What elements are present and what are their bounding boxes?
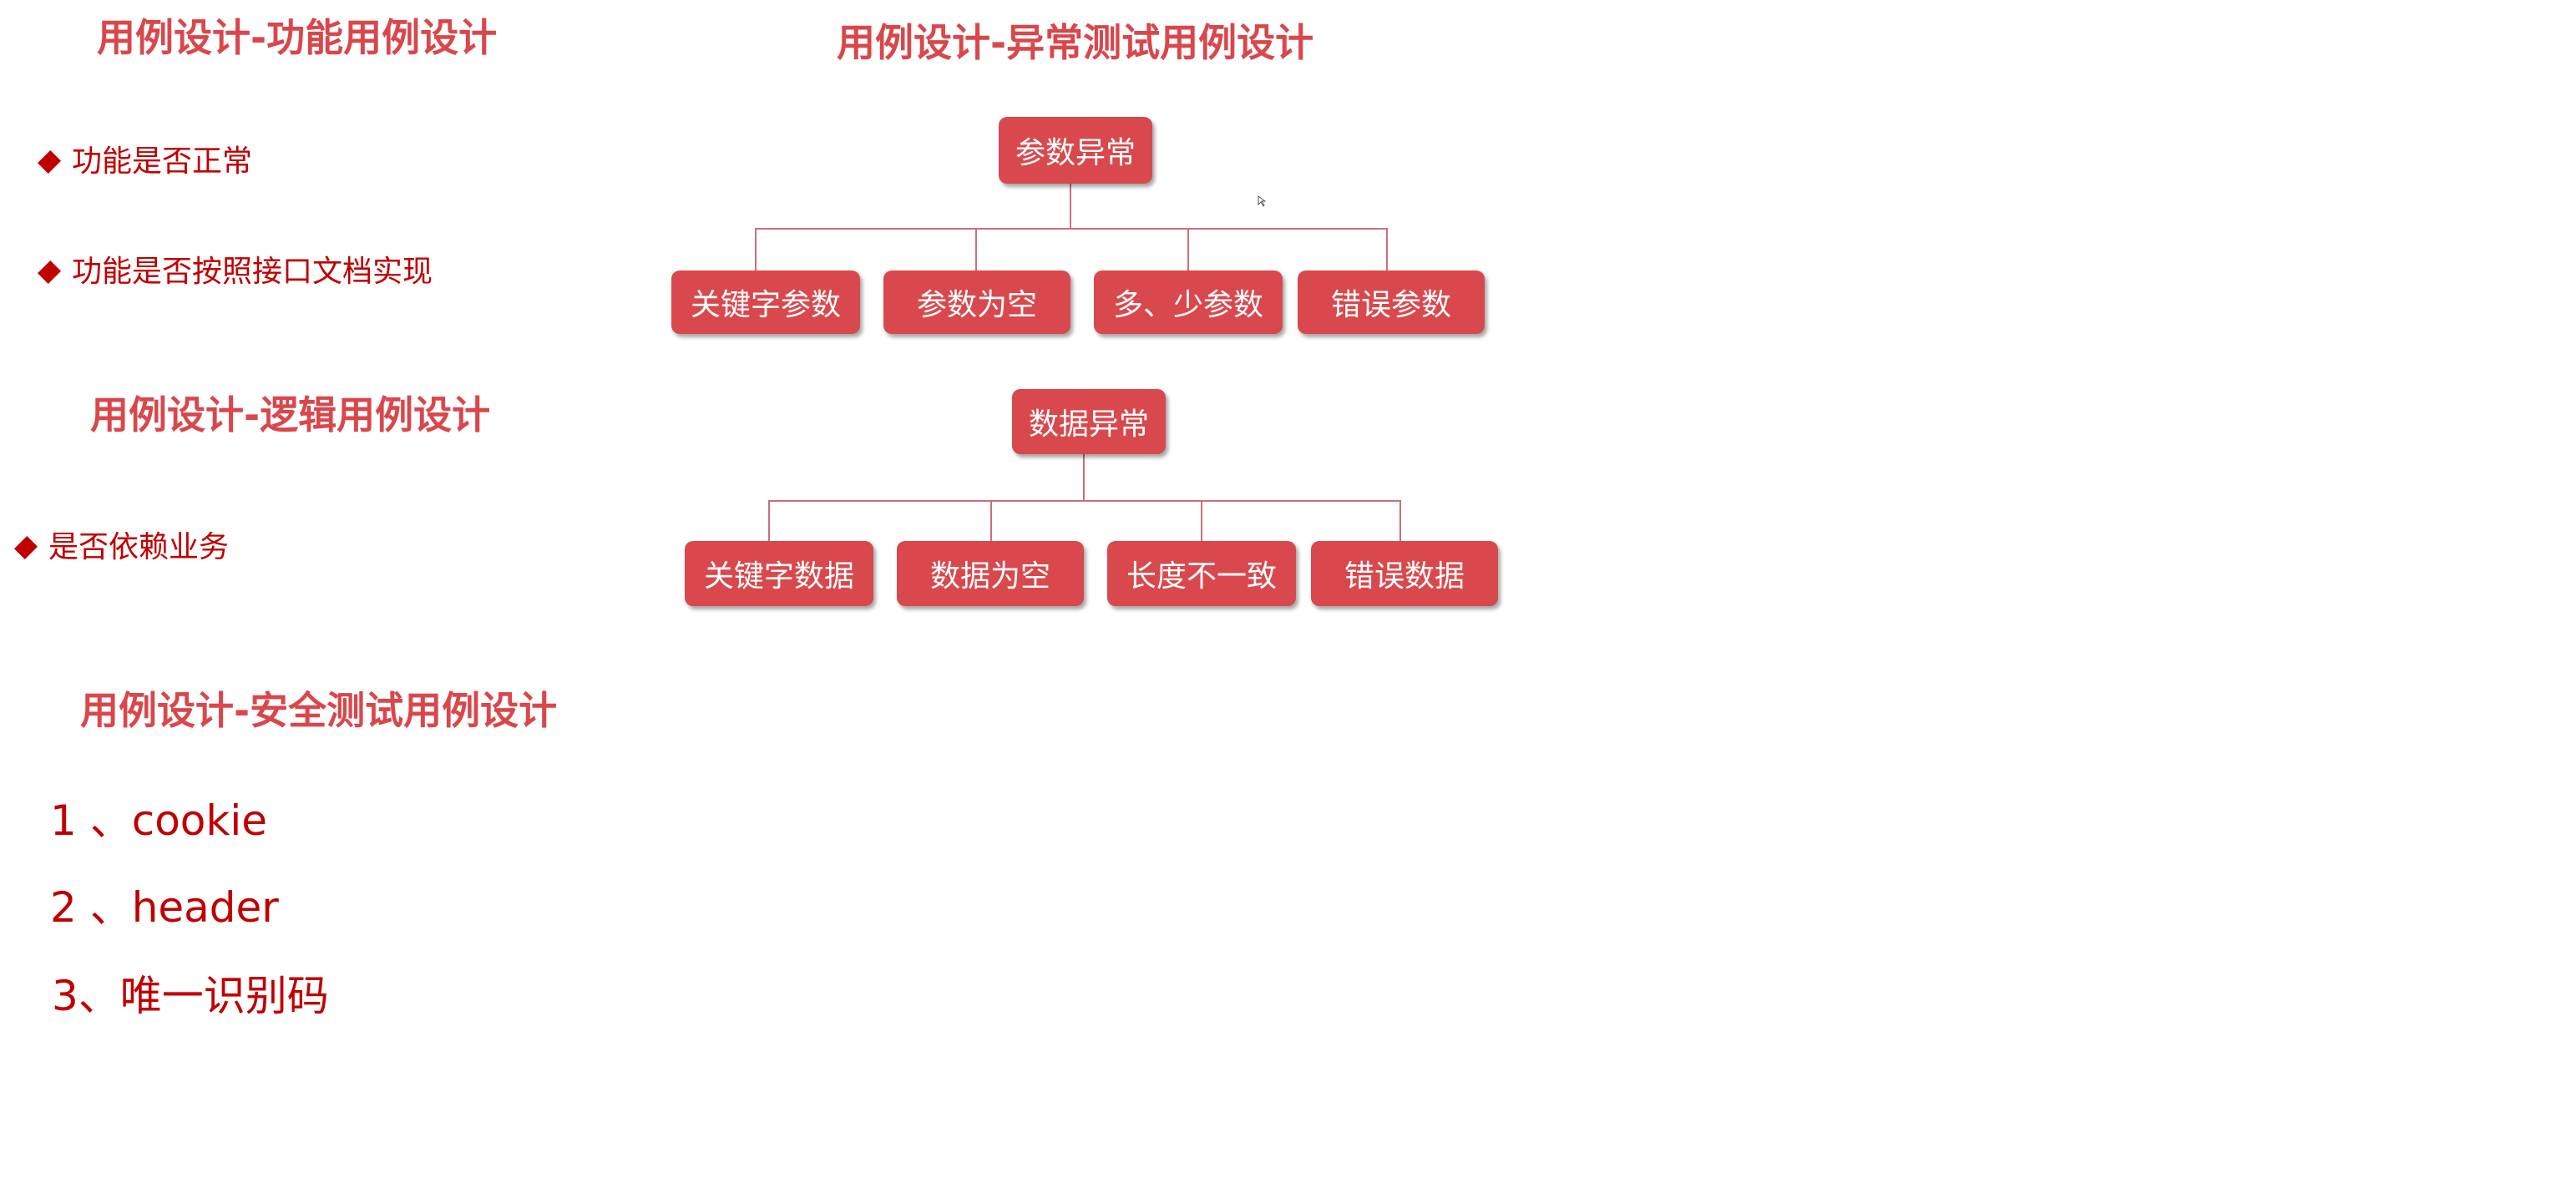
tree-child-node: 关键字参数: [671, 270, 860, 334]
exception-title: 用例设计-异常测试用例设计: [837, 20, 1314, 65]
diamond-bullet-icon: [13, 535, 38, 560]
connector-line: [1201, 500, 1202, 541]
connector-line: [990, 500, 992, 541]
connector-line: [1070, 184, 1071, 229]
connector-line: [1083, 454, 1085, 501]
connector-line: [768, 500, 1401, 502]
diamond-bullet-icon: [37, 149, 62, 174]
bullet-item: 功能是否正常: [37, 147, 252, 177]
tree-child-node: 错误参数: [1298, 270, 1485, 334]
connector-line: [1187, 228, 1189, 270]
tree-child-node: 错误数据: [1311, 541, 1498, 606]
bullet-item: 功能是否按照接口文档实现: [37, 257, 433, 287]
security-item: 3、唯一识别码: [52, 972, 329, 1020]
connector-line: [1386, 228, 1388, 270]
connector-line: [755, 228, 1388, 230]
connector-line: [975, 228, 977, 270]
tree-root-node: 数据异常: [1012, 389, 1166, 454]
logic-title: 用例设计-逻辑用例设计: [90, 392, 491, 437]
bullet-text: 功能是否正常: [72, 144, 253, 179]
tree-child-node: 长度不一致: [1107, 541, 1296, 606]
tree-child-node: 多、少参数: [1094, 270, 1283, 334]
connector-line: [1399, 500, 1401, 541]
connector-line: [755, 228, 757, 270]
tree-child-node: 关键字数据: [685, 541, 873, 606]
functional-title: 用例设计-功能用例设计: [97, 15, 498, 60]
mouse-cursor-icon: [1258, 195, 1266, 207]
bullet-item: 是否依赖业务: [13, 533, 229, 563]
tree-child-node: 参数为空: [883, 270, 1070, 334]
bullet-text: 是否依赖业务: [48, 530, 230, 564]
security-title: 用例设计-安全测试用例设计: [80, 688, 558, 733]
connector-line: [768, 500, 770, 541]
security-item: 1 、cookie: [50, 796, 267, 845]
security-item: 2 、header: [50, 883, 279, 932]
tree-child-node: 数据为空: [897, 541, 1084, 606]
bullet-text: 功能是否按照接口文档实现: [72, 255, 433, 289]
tree-root-node: 参数异常: [999, 117, 1152, 184]
diamond-bullet-icon: [37, 260, 62, 285]
